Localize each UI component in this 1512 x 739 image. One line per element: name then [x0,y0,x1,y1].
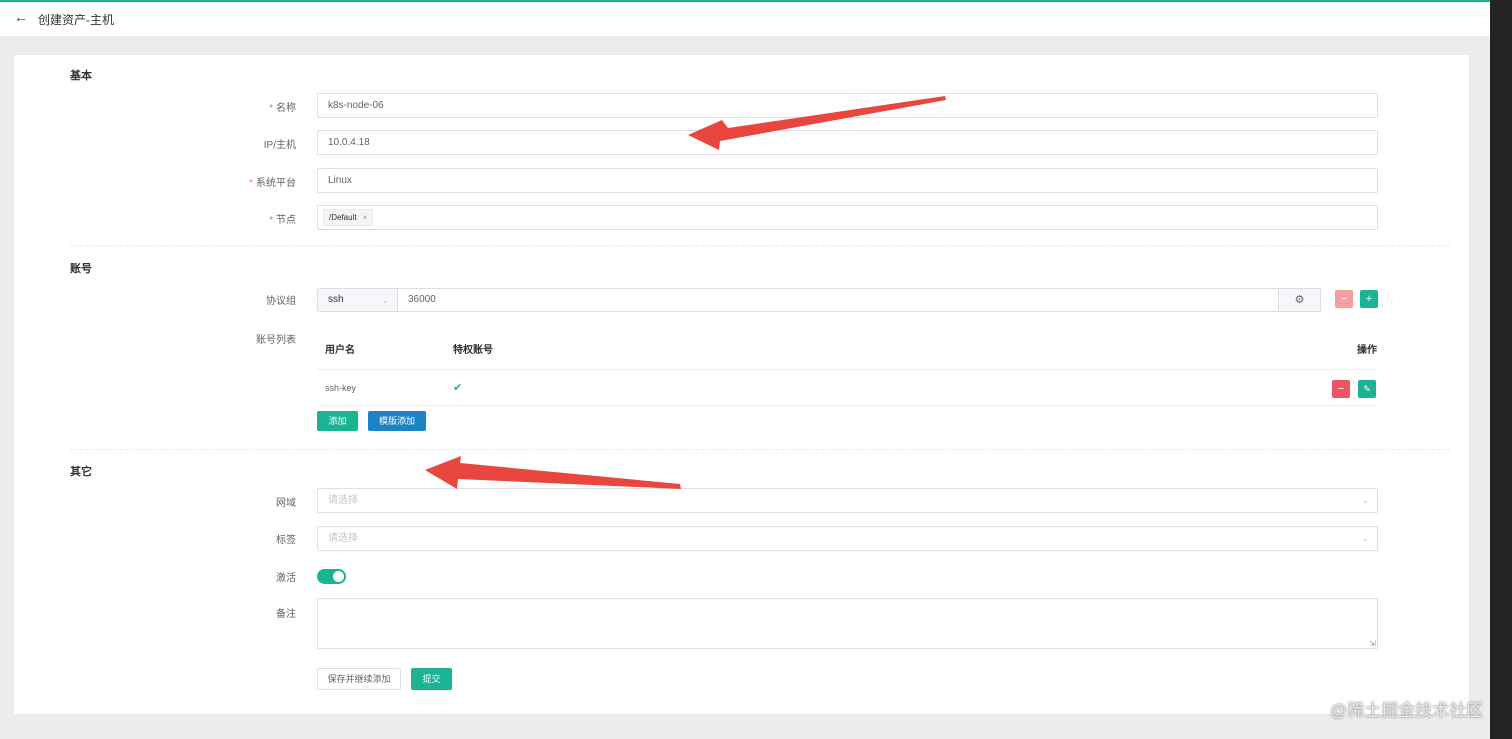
save-continue-button[interactable]: 保存并继续添加 [317,668,401,690]
watermark: @稀土掘金技术社区 [1330,701,1484,720]
chevron-down-icon: ⌄ [1361,495,1369,505]
node-label: * 节点 [269,215,296,226]
toggle-knob [333,571,344,582]
comment-label: 备注 [276,609,296,620]
domain-select[interactable]: 请选择 ⌄ [317,488,1378,513]
close-icon[interactable]: × [363,213,368,222]
table-divider [317,369,1378,370]
add-protocol-button[interactable]: + [1360,290,1378,308]
remove-protocol-button[interactable]: − [1335,290,1353,308]
submit-button[interactable]: 提交 [411,668,452,690]
ip-input[interactable]: 10.0.4.18 [317,130,1378,155]
protocol-group: ssh ⌄ 36000 ⚙ [317,288,1321,312]
check-icon: ✔ [453,382,463,394]
delete-account-button[interactable]: − [1332,380,1350,398]
platform-select[interactable]: Linux [317,168,1378,193]
active-toggle[interactable] [317,569,346,584]
labels-select[interactable]: 请选择 ⌄ [317,526,1378,551]
node-tag: /Default × [323,209,374,226]
node-select[interactable]: /Default × [317,205,1378,230]
table-row-username: ssh-key [325,383,357,393]
template-add-button[interactable]: 模版添加 [368,411,426,431]
comment-textarea[interactable] [317,598,1378,649]
protocol-label: 协议组 [266,296,296,307]
port-input[interactable]: 36000 [408,289,436,311]
labels-label: 标签 [276,535,296,546]
column-privileged: 特权账号 [453,345,493,356]
page-header: ← 创建资产-主机 [0,0,1490,36]
section-title-other: 其它 [70,466,92,478]
add-account-button[interactable]: 添加 [317,411,358,431]
name-label: * 名称 [269,103,296,114]
divider [70,449,1450,450]
chevron-down-icon: ⌄ [381,295,389,305]
account-list-label: 账号列表 [256,335,296,346]
active-label: 激活 [276,573,296,584]
chevron-down-icon: ⌄ [1361,533,1369,543]
scrollbar-area [1490,0,1512,739]
table-divider [317,405,1378,406]
divider [70,245,1450,246]
ip-label: IP/主机 [263,140,296,151]
arrow-left-icon[interactable]: ← [14,9,28,25]
gear-icon[interactable]: ⚙ [1278,289,1320,311]
name-input[interactable]: k8s-node-06 [317,93,1378,118]
platform-label: * 系统平台 [249,178,296,189]
column-username: 用户名 [325,345,355,356]
protocol-select[interactable]: ssh ⌄ [318,289,398,311]
page-title: 创建资产-主机 [38,13,114,27]
section-title-basic: 基本 [70,70,92,82]
edit-icon[interactable]: ✎ [1358,380,1376,398]
section-title-account: 账号 [70,263,92,275]
domain-label: 网域 [276,498,296,509]
resize-handle-icon[interactable]: ⇲ [1369,639,1510,738]
column-actions: 操作 [1357,345,1377,356]
